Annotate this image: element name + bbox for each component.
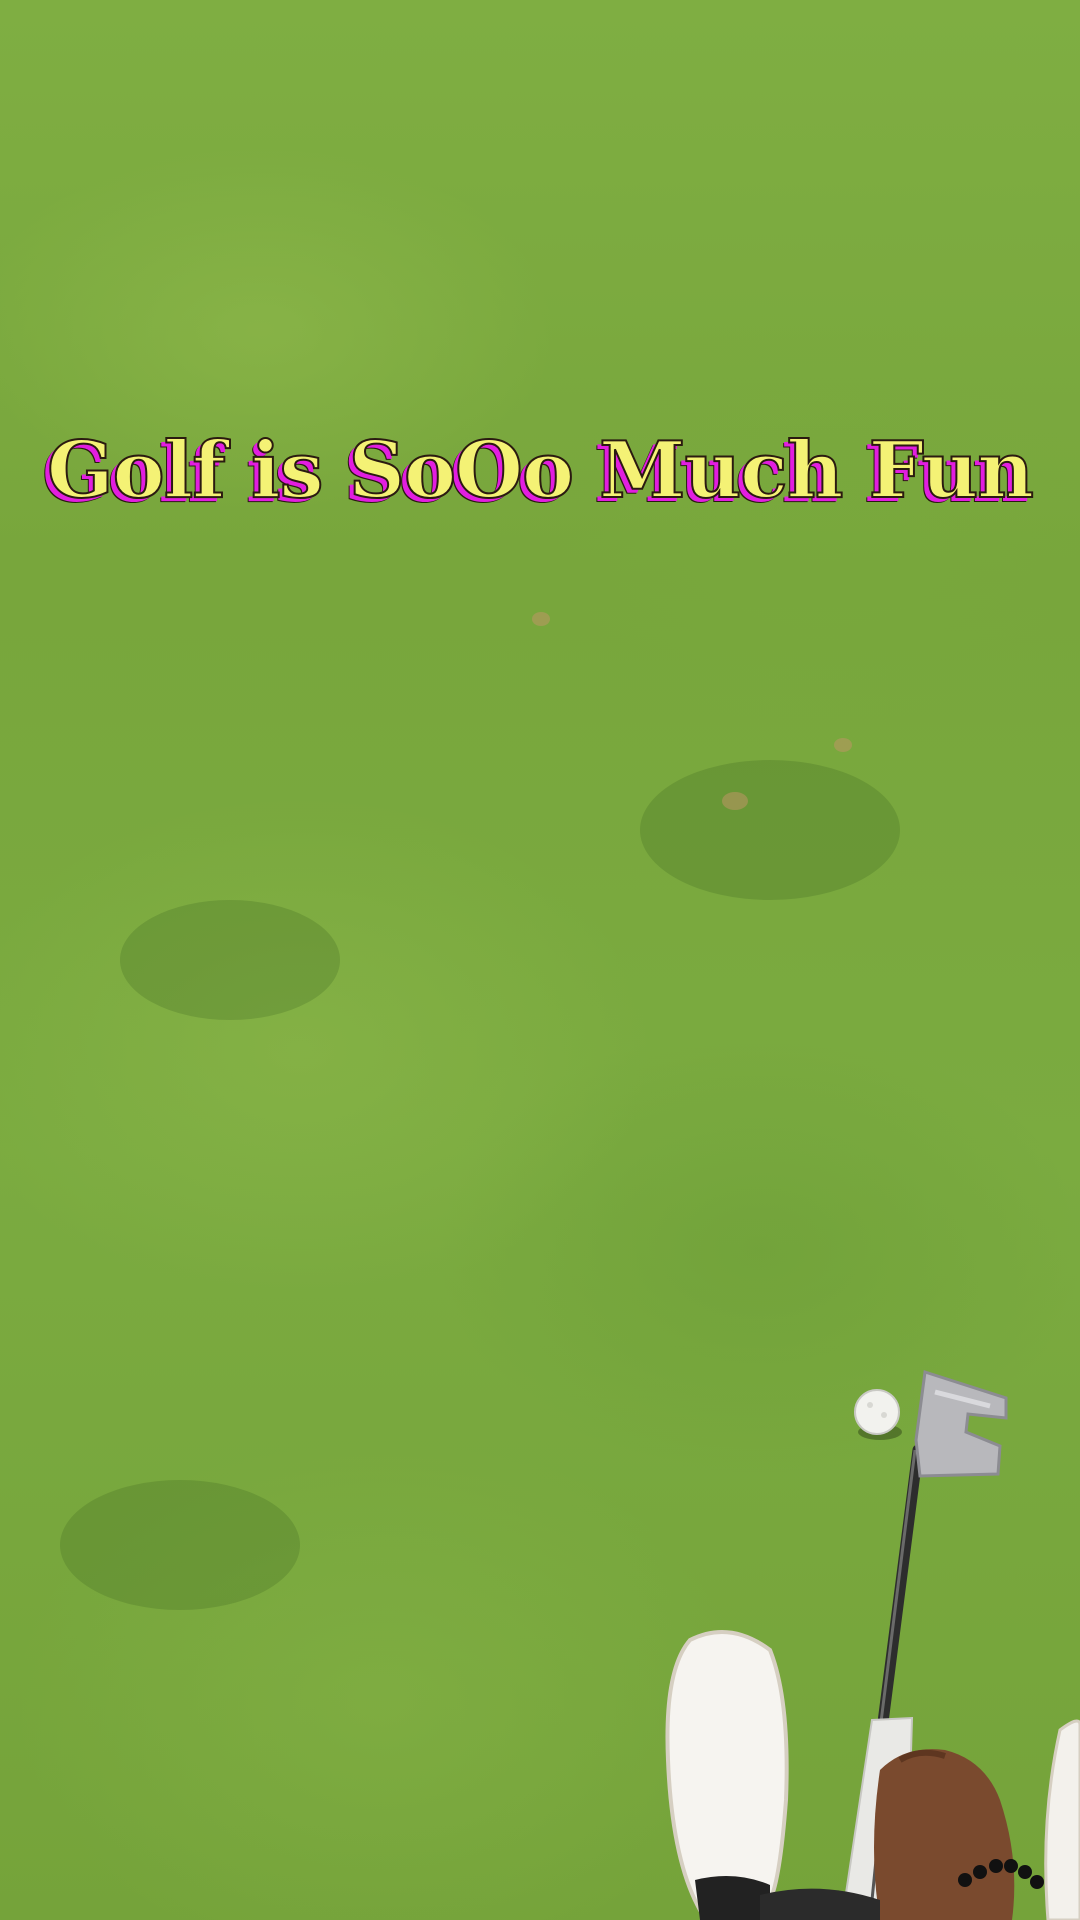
golfer-equipment: [665, 1370, 1080, 1920]
putter-shaft: [876, 1444, 924, 1736]
golf-ball: [854, 1389, 900, 1435]
putter-head: [914, 1370, 1008, 1478]
putting-green-photo: Golf is SoOo Much Fun: [0, 0, 1080, 1920]
right-shoe: [1044, 1719, 1080, 1920]
left-shoe: [665, 1630, 789, 1913]
golfer-hand: [874, 1749, 1015, 1920]
